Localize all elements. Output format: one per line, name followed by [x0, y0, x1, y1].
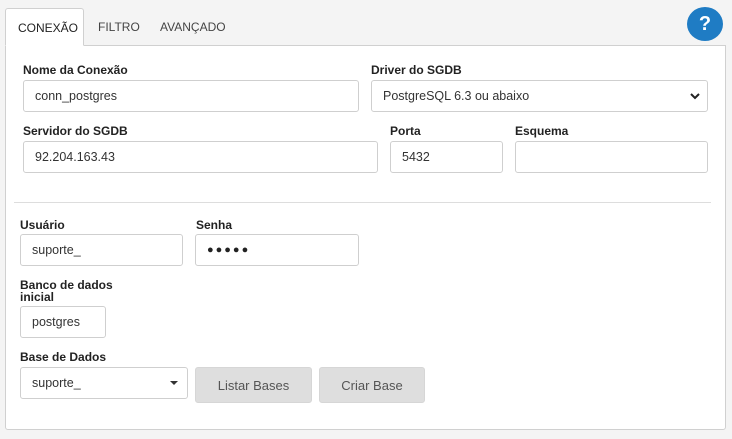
connection-name-input[interactable]: conn_postgres [23, 80, 359, 112]
driver-select-value: PostgreSQL 6.3 ou abaixo [383, 89, 530, 103]
user-input[interactable]: suporte_ [20, 234, 183, 266]
chevron-down-icon [690, 93, 700, 100]
server-label: Servidor do SGDB [23, 124, 128, 138]
initial-db-label-line2: inicial [20, 290, 55, 304]
password-input[interactable]: ●●●●● [195, 234, 359, 266]
tab-filtro[interactable]: FILTRO [86, 8, 152, 46]
initial-db-input[interactable]: postgres [20, 306, 106, 338]
schema-input[interactable] [515, 141, 708, 173]
database-select-value: suporte_ [32, 376, 81, 390]
password-label: Senha [196, 218, 233, 232]
port-input[interactable]: 5432 [390, 141, 503, 173]
schema-label: Esquema [515, 124, 569, 138]
help-icon[interactable]: ? [687, 7, 723, 41]
connection-name-label: Nome da Conexão [23, 63, 128, 77]
database-label: Base de Dados [20, 350, 107, 364]
driver-label: Driver do SGDB [371, 63, 462, 77]
tab-conexao[interactable]: CONEXÃO [5, 8, 84, 46]
caret-down-icon [170, 381, 178, 385]
port-label: Porta [390, 124, 421, 138]
create-database-button[interactable]: Criar Base [319, 367, 425, 403]
server-input[interactable]: 92.204.163.43 [23, 141, 378, 173]
driver-select[interactable]: PostgreSQL 6.3 ou abaixo [371, 80, 708, 112]
user-label: Usuário [20, 218, 65, 232]
tab-avancado[interactable]: AVANÇADO [148, 8, 238, 46]
section-divider [14, 202, 711, 203]
list-databases-button[interactable]: Listar Bases [195, 367, 312, 403]
database-select[interactable]: suporte_ [20, 367, 188, 399]
